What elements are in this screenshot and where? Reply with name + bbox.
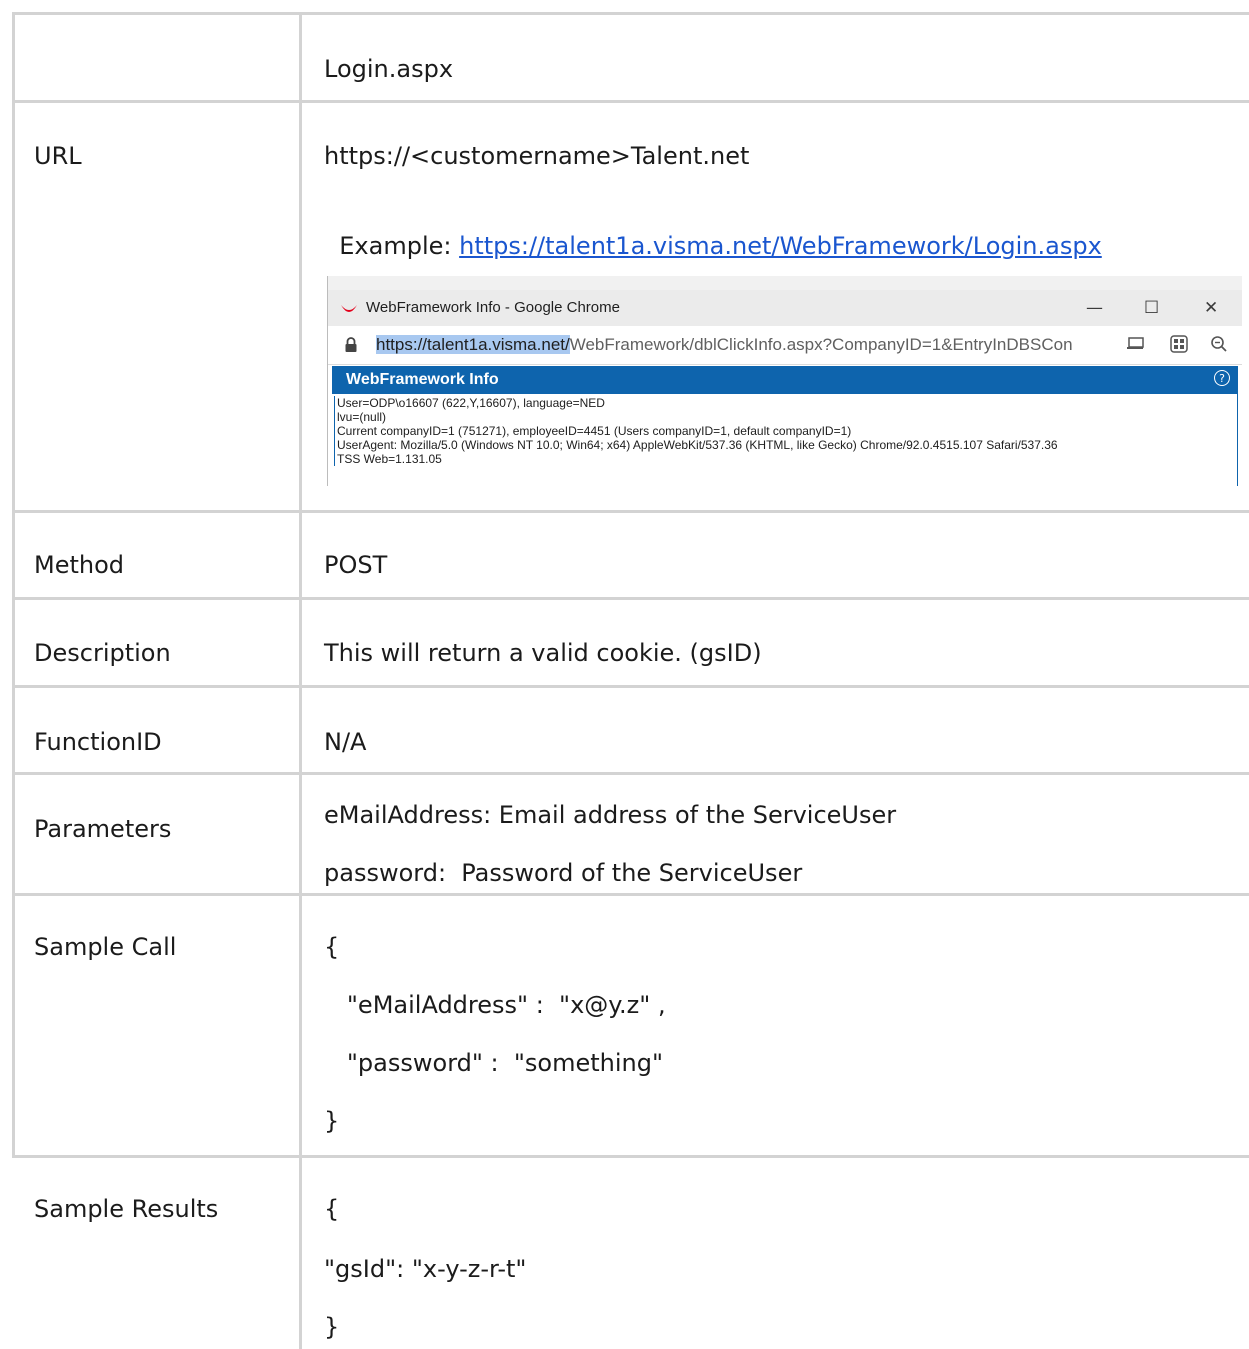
address-url[interactable]: https://talent1a.visma.net/WebFramework/… <box>376 333 1073 357</box>
url-example-prefix: Example: <box>339 232 460 260</box>
header-value: Login.aspx <box>324 55 454 83</box>
sample-call-line: "eMailAddress" : "x@y.z" , <box>324 991 666 1019</box>
description-value: This will return a valid cookie. (gsID) <box>324 639 762 667</box>
info-line: TSS Web=1.131.05 <box>337 452 442 466</box>
column-divider <box>299 12 302 1349</box>
maximize-icon[interactable]: ☐ <box>1144 297 1159 319</box>
table-top-border <box>12 12 1249 15</box>
parameters-label: Parameters <box>34 815 172 843</box>
function-id-value: N/A <box>324 728 367 756</box>
close-icon[interactable]: ✕ <box>1204 297 1218 319</box>
webframework-info-title: WebFramework Info <box>346 371 499 388</box>
url-example: Example: https://talent1a.visma.net/WebF… <box>324 201 1102 261</box>
url-pattern: https://<customername>Talent.net <box>324 142 750 170</box>
minimize-icon[interactable]: — <box>1086 297 1103 319</box>
row-divider <box>12 597 1249 600</box>
row-divider <box>12 1155 1249 1158</box>
address-url-rest: WebFramework/dblClickInfo.aspx?CompanyID… <box>569 335 1073 354</box>
row-divider <box>12 100 1249 103</box>
sample-results-line: } <box>324 1313 340 1341</box>
info-line: User=ODP\o16607 (622,Y,16607), language=… <box>337 396 605 410</box>
method-value: POST <box>324 551 388 579</box>
info-text: User=ODP\o16607 (622,Y,16607), language=… <box>334 396 1239 466</box>
visma-logo-icon <box>341 305 357 312</box>
sample-results-line: { <box>324 1195 340 1223</box>
window-title: WebFramework Info - Google Chrome <box>366 299 620 316</box>
address-url-highlight: https://talent1a.visma.net/ <box>376 335 570 354</box>
description-label: Description <box>34 639 171 667</box>
parameter-line: eMailAddress: Email address of the Servi… <box>324 801 897 829</box>
row-divider <box>12 685 1249 688</box>
screenshot-top-strip <box>328 276 1242 290</box>
sample-call-line: { <box>324 933 340 961</box>
url-example-link[interactable]: https://talent1a.visma.net/WebFramework/… <box>459 232 1102 260</box>
row-divider <box>12 772 1249 775</box>
row-divider <box>12 510 1249 513</box>
info-line: Current companyID=1 (751271), employeeID… <box>337 424 852 438</box>
webframework-info-header: WebFramework Info ? <box>332 366 1238 394</box>
cast-icon[interactable] <box>1126 337 1144 351</box>
url-label: URL <box>34 142 82 170</box>
sample-call-line: "password" : "something" <box>324 1049 664 1077</box>
parameter-line: password: Password of the ServiceUser <box>324 859 803 887</box>
qr-code-icon[interactable] <box>1170 335 1188 353</box>
panel-right-border <box>1237 394 1238 486</box>
lock-icon <box>345 337 357 352</box>
table-left-border <box>12 12 15 1158</box>
embedded-screenshot: WebFramework Info - Google Chrome — ☐ ✕ … <box>327 276 1242 486</box>
help-icon[interactable]: ? <box>1214 370 1230 386</box>
info-line: UserAgent: Mozilla/5.0 (Windows NT 10.0;… <box>337 438 1058 452</box>
sample-results-line: "gsId": "x-y-z-r-t" <box>324 1255 527 1283</box>
zoom-icon[interactable] <box>1210 335 1228 353</box>
info-line: lvu=(null) <box>337 410 387 424</box>
sample-call-label: Sample Call <box>34 933 177 961</box>
function-id-label: FunctionID <box>34 728 162 756</box>
sample-results-label: Sample Results <box>34 1195 219 1223</box>
method-label: Method <box>34 551 125 579</box>
row-divider <box>12 893 1249 896</box>
sample-call-line: } <box>324 1107 340 1135</box>
